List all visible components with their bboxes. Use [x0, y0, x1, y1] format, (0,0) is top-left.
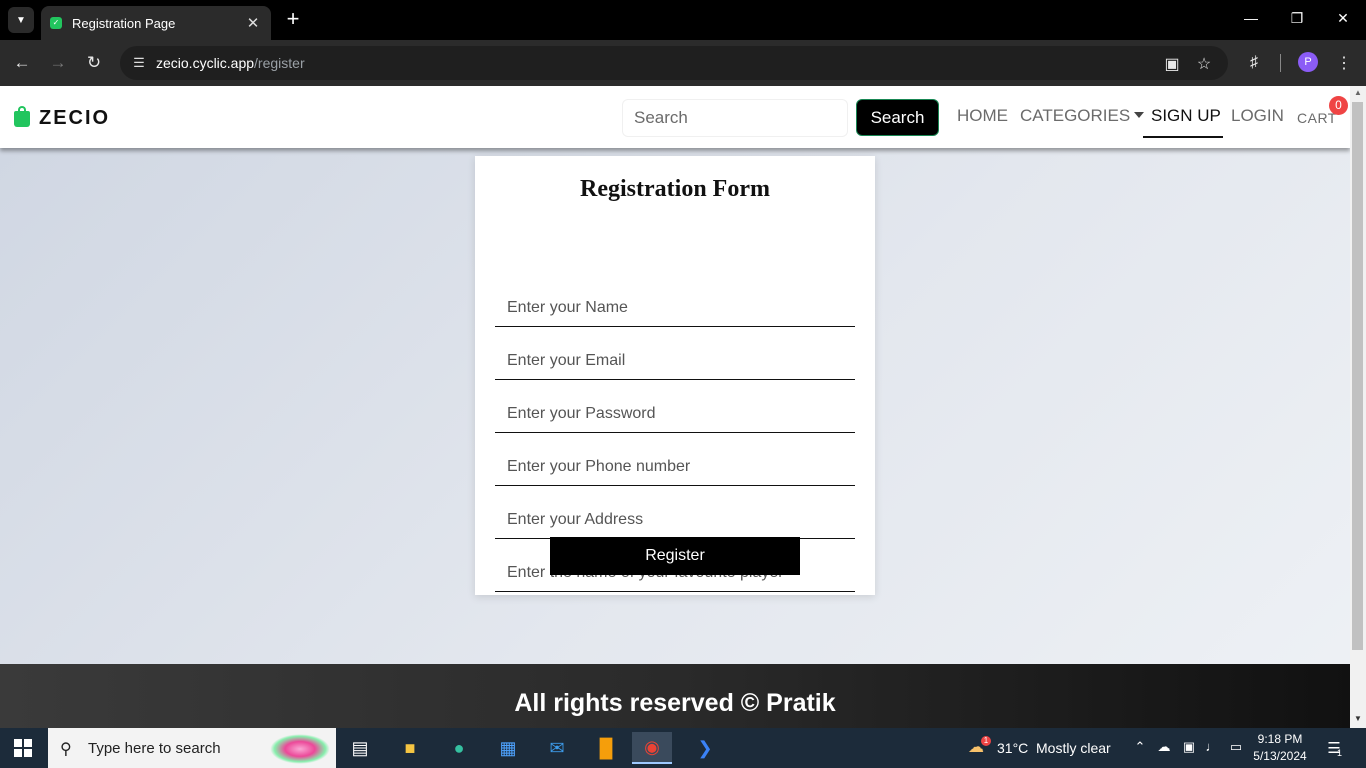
- system-clock[interactable]: 9:18 PM 5/13/2024: [1252, 731, 1308, 765]
- bookmark-star-icon[interactable]: ☆: [1194, 54, 1214, 74]
- nav-categories-label: CATEGORIES: [1020, 106, 1131, 125]
- new-tab-button[interactable]: +: [283, 8, 303, 30]
- network-icon[interactable]: ▭: [1228, 739, 1244, 755]
- phone-field[interactable]: [495, 448, 855, 486]
- back-button[interactable]: ←: [11, 52, 33, 74]
- url-path: /register: [254, 55, 305, 71]
- footer-copyright: All rights reserved © Pratik: [514, 689, 836, 717]
- mail-icon[interactable]: ✉: [537, 732, 577, 764]
- vscode-icon[interactable]: ❯: [685, 732, 725, 764]
- chevron-down-icon: ▼: [16, 14, 26, 26]
- lotus-icon: [270, 734, 330, 764]
- registration-form: Registration Form Register: [475, 156, 875, 595]
- page-viewport: ZECIO Search HOME CATEGORIES SIGN UP LOG…: [0, 86, 1366, 728]
- close-icon[interactable]: ✕: [245, 14, 261, 32]
- shield-icon: ✓: [50, 17, 62, 29]
- install-app-icon[interactable]: ▣: [1162, 54, 1182, 74]
- file-explorer-icon[interactable]: ■: [390, 732, 430, 764]
- nav-signup-link[interactable]: SIGN UP: [1151, 106, 1221, 126]
- sublime-text-icon[interactable]: █: [586, 732, 626, 764]
- form-title: Registration Form: [580, 176, 770, 202]
- weather-alert-badge: 1: [981, 736, 991, 746]
- toolbar-divider: [1280, 54, 1281, 72]
- nav-home-link[interactable]: HOME: [957, 106, 1008, 126]
- scrollbar-thumb[interactable]: [1352, 102, 1363, 650]
- email-field[interactable]: [495, 342, 855, 380]
- caret-down-icon: [1134, 112, 1145, 118]
- nav-login-link[interactable]: LOGIN: [1231, 106, 1284, 126]
- site-header: ZECIO Search HOME CATEGORIES SIGN UP LOG…: [0, 86, 1350, 148]
- search-button[interactable]: Search: [856, 99, 939, 136]
- notification-count: 1: [1337, 748, 1343, 758]
- window-close-button[interactable]: ✕: [1333, 10, 1353, 27]
- minimize-button[interactable]: —: [1241, 10, 1261, 26]
- restore-button[interactable]: ❐: [1287, 10, 1307, 27]
- task-view-icon[interactable]: ▤: [340, 732, 380, 764]
- forward-button[interactable]: →: [47, 52, 69, 74]
- microsoft-store-icon[interactable]: ▦: [488, 732, 528, 764]
- nav-cart-link[interactable]: CART: [1297, 110, 1337, 126]
- cloud-sync-icon[interactable]: ☁: [1156, 739, 1172, 755]
- register-button[interactable]: Register: [550, 537, 800, 575]
- site-footer: All rights reserved © Pratik: [0, 664, 1350, 728]
- chevron-up-icon[interactable]: ⌃: [1132, 739, 1148, 755]
- extensions-icon[interactable]: ♯: [1244, 54, 1264, 72]
- address-bar[interactable]: ☰ zecio.cyclic.app/register ▣ ☆: [120, 46, 1228, 80]
- search-icon: ⚲: [60, 741, 72, 758]
- name-field[interactable]: [495, 289, 855, 327]
- scroll-down-arrow-icon[interactable]: ▼: [1354, 714, 1362, 723]
- password-field[interactable]: [495, 395, 855, 433]
- chrome-icon[interactable]: ◉: [632, 732, 672, 764]
- reload-button[interactable]: ↻: [83, 52, 105, 74]
- nav-categories-dropdown[interactable]: CATEGORIES: [1020, 106, 1145, 126]
- taskbar-search-box[interactable]: ⚲ Type here to search: [48, 728, 336, 768]
- cart-count-badge: 0: [1329, 96, 1348, 115]
- browser-tab-bar: ▼ ✓ Registration Page ✕ + — ❐ ✕: [0, 0, 1366, 40]
- site-info-icon[interactable]: ☰: [128, 52, 150, 74]
- brand-logo[interactable]: ZECIO: [14, 105, 111, 130]
- brand-name: ZECIO: [39, 107, 111, 129]
- browser-toolbar: ← → ↻ ☰ zecio.cyclic.app/register ▣ ☆ ♯ …: [0, 40, 1366, 86]
- tab-search-button[interactable]: ▼: [8, 7, 34, 33]
- clock-date: 5/13/2024: [1253, 749, 1307, 763]
- browser-tab[interactable]: ✓ Registration Page ✕: [41, 6, 271, 40]
- volume-icon[interactable]: ♩: [1204, 739, 1220, 754]
- weather-condition[interactable]: Mostly clear: [1036, 740, 1111, 756]
- windows-taskbar: ⚲ Type here to search ▤ ■ ● ▦ ✉ █ ◉ ❯ ☁ …: [0, 728, 1366, 768]
- scroll-up-arrow-icon[interactable]: ▲: [1354, 88, 1362, 97]
- more-menu-icon[interactable]: ⋮: [1334, 53, 1354, 73]
- address-field[interactable]: [495, 501, 855, 539]
- clock-time: 9:18 PM: [1257, 732, 1303, 746]
- profile-avatar[interactable]: P: [1298, 52, 1318, 72]
- tab-title: Registration Page: [72, 15, 176, 31]
- edge-browser-icon[interactable]: ●: [439, 732, 479, 764]
- weather-temp[interactable]: 31°C: [997, 740, 1028, 756]
- search-input[interactable]: [622, 99, 848, 137]
- taskbar-search-placeholder: Type here to search: [88, 739, 221, 757]
- active-nav-indicator: [1143, 136, 1223, 138]
- shopping-bag-icon: [14, 105, 30, 127]
- windows-start-icon[interactable]: [14, 739, 32, 757]
- url-host: zecio.cyclic.app: [156, 55, 255, 71]
- url-text: zecio.cyclic.app/register: [156, 55, 305, 71]
- page-background: ZECIO Search HOME CATEGORIES SIGN UP LOG…: [0, 86, 1350, 728]
- meet-now-icon[interactable]: ▣: [1181, 739, 1197, 755]
